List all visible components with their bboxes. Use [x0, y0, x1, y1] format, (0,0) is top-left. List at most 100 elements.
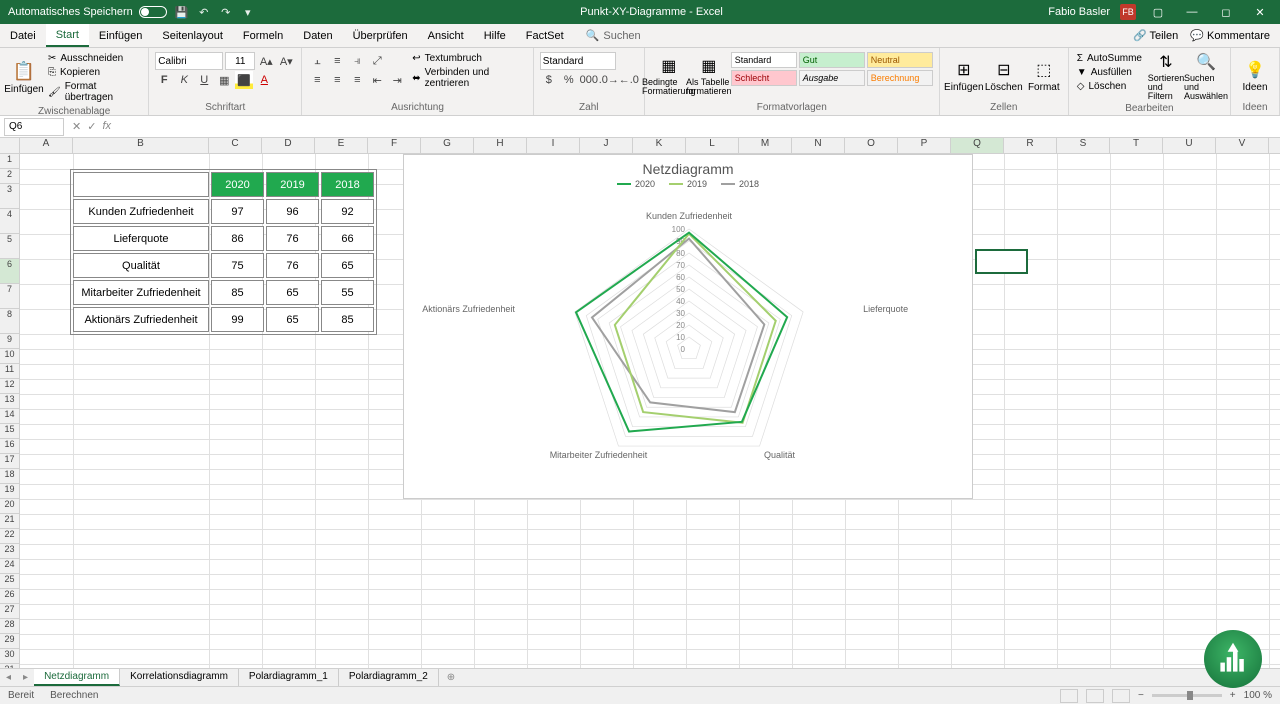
search-box[interactable]: 🔍 Suchen	[586, 29, 641, 42]
col-header-P[interactable]: P	[898, 138, 951, 153]
col-header-R[interactable]: R	[1004, 138, 1057, 153]
row-header-18[interactable]: 18	[0, 469, 20, 484]
minimize-icon[interactable]: —	[1180, 2, 1204, 22]
number-format-select[interactable]	[540, 52, 616, 70]
comma-icon[interactable]: 000	[580, 71, 598, 89]
tab-daten[interactable]: Daten	[293, 24, 342, 47]
autosum-button[interactable]: Σ AutoSumme	[1075, 52, 1144, 65]
orientation-icon[interactable]: ⤢	[368, 52, 386, 70]
close-icon[interactable]: ✕	[1248, 2, 1272, 22]
col-header-L[interactable]: L	[686, 138, 739, 153]
row-header-31[interactable]: 31	[0, 664, 20, 668]
row-header-8[interactable]: 8	[0, 309, 20, 334]
insert-cells-button[interactable]: ⊞Einfügen	[946, 52, 982, 100]
row-header-19[interactable]: 19	[0, 484, 20, 499]
col-header-Q[interactable]: Q	[951, 138, 1004, 153]
font-name-select[interactable]	[155, 52, 223, 70]
underline-icon[interactable]: U	[195, 71, 213, 89]
col-header-F[interactable]: F	[368, 138, 421, 153]
align-middle-icon[interactable]: ≡	[328, 52, 346, 70]
worksheet-grid[interactable]: ABCDEFGHIJKLMNOPQRSTUV 12345678910111213…	[0, 138, 1280, 668]
merge-button[interactable]: ⬌ Verbinden und zentrieren	[410, 66, 527, 90]
col-header-V[interactable]: V	[1216, 138, 1269, 153]
paste-button[interactable]: 📋Einfügen	[6, 52, 42, 104]
align-center-icon[interactable]: ≡	[328, 71, 346, 89]
col-header-C[interactable]: C	[209, 138, 262, 153]
sort-filter-button[interactable]: ⇅Sortieren und Filtern	[1148, 52, 1184, 101]
tab-ueberpruefen[interactable]: Überprüfen	[343, 24, 418, 47]
increase-decimal-icon[interactable]: .0→	[600, 71, 618, 89]
col-header-O[interactable]: O	[845, 138, 898, 153]
currency-icon[interactable]: $	[540, 71, 558, 89]
row-header-22[interactable]: 22	[0, 529, 20, 544]
col-header-T[interactable]: T	[1110, 138, 1163, 153]
sheet-tab-1[interactable]: Korrelationsdiagramm	[120, 669, 239, 686]
align-right-icon[interactable]: ≡	[348, 71, 366, 89]
ideas-button[interactable]: 💡Ideen	[1237, 52, 1273, 100]
row-header-11[interactable]: 11	[0, 364, 20, 379]
save-icon[interactable]: 💾	[175, 5, 189, 19]
row-header-29[interactable]: 29	[0, 634, 20, 649]
row-header-25[interactable]: 25	[0, 574, 20, 589]
tab-ansicht[interactable]: Ansicht	[418, 24, 474, 47]
clear-button[interactable]: ◇ Löschen	[1075, 80, 1144, 93]
row-header-24[interactable]: 24	[0, 559, 20, 574]
col-header-G[interactable]: G	[421, 138, 474, 153]
row-header-17[interactable]: 17	[0, 454, 20, 469]
col-header-E[interactable]: E	[315, 138, 368, 153]
confirm-fx-icon[interactable]: ✓	[87, 120, 96, 133]
percent-icon[interactable]: %	[560, 71, 578, 89]
autosave-toggle[interactable]: Automatisches Speichern	[8, 6, 167, 18]
row-header-7[interactable]: 7	[0, 284, 20, 309]
add-sheet-icon[interactable]: ⊕	[439, 672, 463, 683]
tab-einfuegen[interactable]: Einfügen	[89, 24, 152, 47]
cut-button[interactable]: ✂ Ausschneiden	[46, 52, 142, 65]
decrease-decimal-icon[interactable]: ←.0	[620, 71, 638, 89]
qat-more-icon[interactable]: ▾	[241, 5, 255, 19]
row-header-4[interactable]: 4	[0, 209, 20, 234]
row-header-15[interactable]: 15	[0, 424, 20, 439]
select-all-corner[interactable]	[0, 138, 20, 153]
col-header-M[interactable]: M	[739, 138, 792, 153]
formula-input[interactable]	[119, 118, 1280, 136]
row-header-12[interactable]: 12	[0, 379, 20, 394]
row-header-3[interactable]: 3	[0, 184, 20, 209]
ribbon-options-icon[interactable]: ▢	[1146, 2, 1170, 22]
format-cells-button[interactable]: ⬚Format	[1026, 52, 1062, 100]
sheet-tab-3[interactable]: Polardiagramm_2	[339, 669, 439, 686]
style-gut[interactable]: Gut	[799, 52, 865, 68]
user-avatar[interactable]: FB	[1120, 4, 1136, 20]
row-header-1[interactable]: 1	[0, 154, 20, 169]
font-color-icon[interactable]: A	[255, 71, 273, 89]
sheet-tab-0[interactable]: Netzdiagramm	[34, 669, 120, 686]
col-header-K[interactable]: K	[633, 138, 686, 153]
indent-right-icon[interactable]: ⇥	[388, 71, 406, 89]
user-name[interactable]: Fabio Basler	[1048, 6, 1110, 18]
view-break-icon[interactable]	[1112, 689, 1130, 703]
row-header-14[interactable]: 14	[0, 409, 20, 424]
zoom-slider[interactable]	[1152, 694, 1222, 697]
delete-cells-button[interactable]: ⊟Löschen	[986, 52, 1022, 100]
redo-icon[interactable]: ↷	[219, 5, 233, 19]
row-header-6[interactable]: 6	[0, 259, 20, 284]
view-layout-icon[interactable]	[1086, 689, 1104, 703]
comments-button[interactable]: 💬 Kommentare	[1190, 29, 1270, 42]
name-box[interactable]: Q6	[4, 118, 64, 136]
tab-hilfe[interactable]: Hilfe	[474, 24, 516, 47]
col-header-D[interactable]: D	[262, 138, 315, 153]
tab-start[interactable]: Start	[46, 24, 89, 47]
col-header-H[interactable]: H	[474, 138, 527, 153]
style-neutral[interactable]: Neutral	[867, 52, 933, 68]
style-schlecht[interactable]: Schlecht	[731, 70, 797, 86]
row-header-30[interactable]: 30	[0, 649, 20, 664]
col-header-N[interactable]: N	[792, 138, 845, 153]
row-header-10[interactable]: 10	[0, 349, 20, 364]
selected-cell[interactable]	[975, 249, 1028, 274]
zoom-level[interactable]: 100 %	[1244, 690, 1272, 701]
row-header-21[interactable]: 21	[0, 514, 20, 529]
tab-factset[interactable]: FactSet	[516, 24, 574, 47]
fill-button[interactable]: ▼ Ausfüllen	[1075, 66, 1144, 79]
row-header-20[interactable]: 20	[0, 499, 20, 514]
zoom-in-icon[interactable]: +	[1230, 690, 1236, 701]
row-header-27[interactable]: 27	[0, 604, 20, 619]
